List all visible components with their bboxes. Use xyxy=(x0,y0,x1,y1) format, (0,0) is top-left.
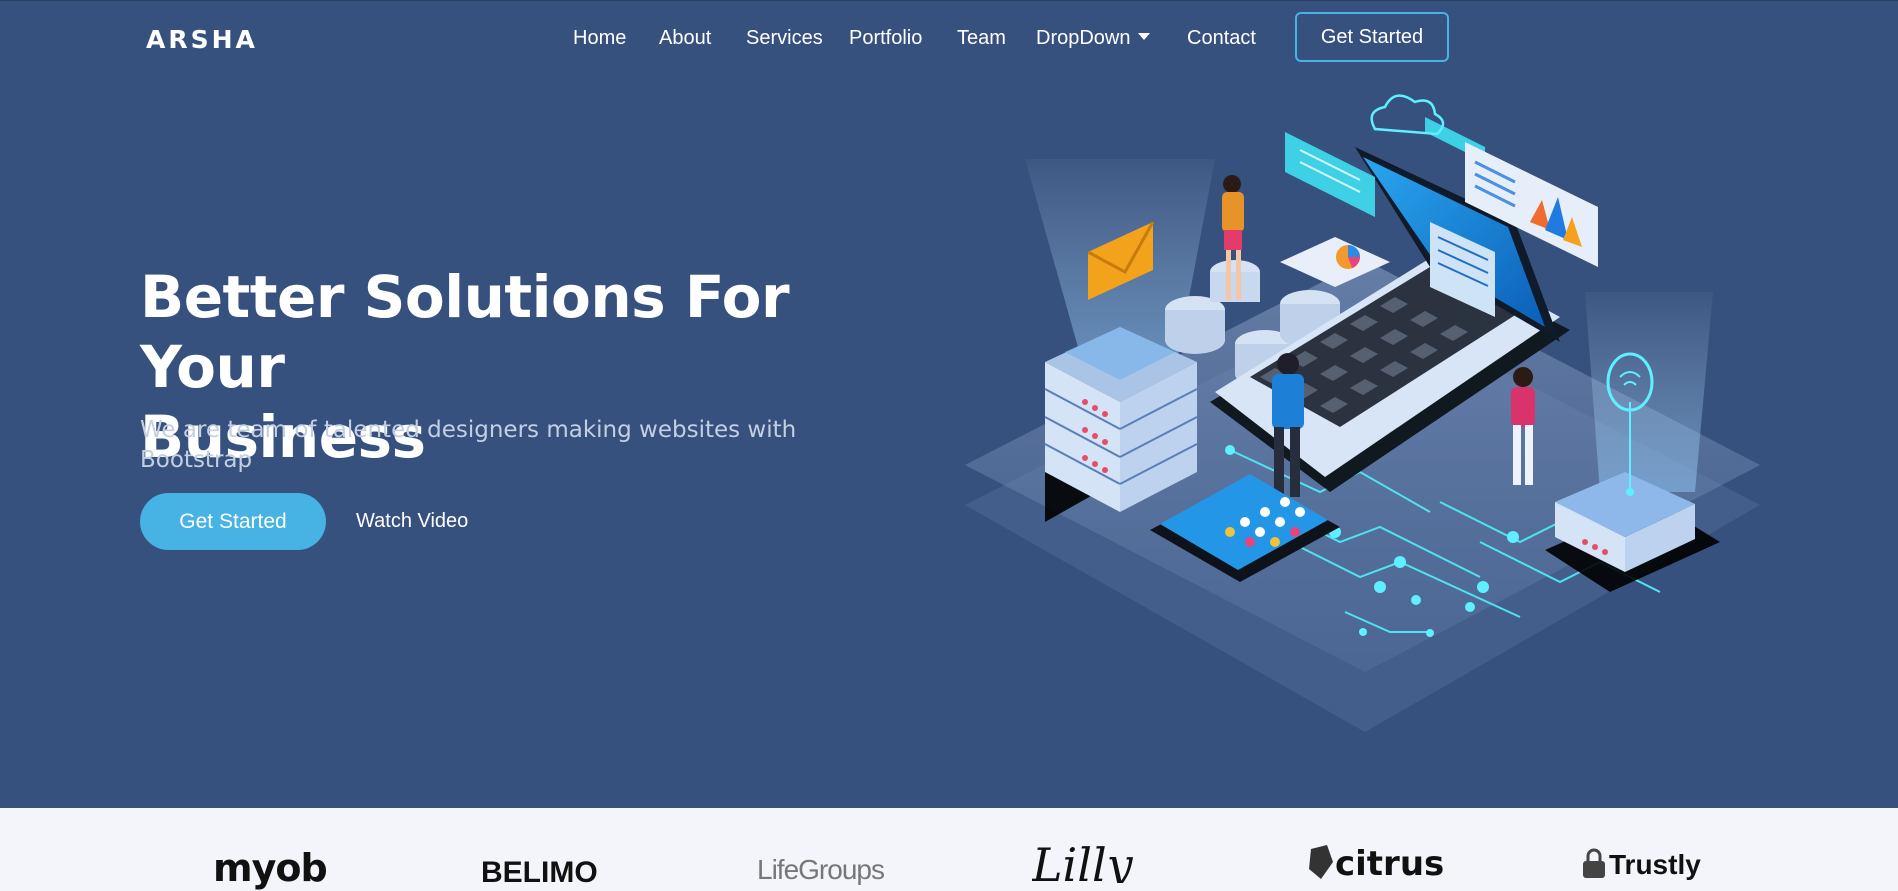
nav-about[interactable]: About xyxy=(659,27,711,50)
right-light-beam xyxy=(1585,292,1713,492)
hero-subtitle: We are team of talented designers making… xyxy=(140,417,797,473)
hero-title-line-1: Better Solutions For Your xyxy=(140,263,790,401)
header-get-started-button[interactable]: Get Started xyxy=(1295,12,1449,62)
client-logo-citrus-text: citrus xyxy=(1335,844,1445,884)
nav-home[interactable]: Home xyxy=(573,27,626,50)
watch-video-link[interactable]: Watch Video xyxy=(356,510,468,533)
nav-contact[interactable]: Contact xyxy=(1187,27,1256,50)
citrus-mark-icon xyxy=(1309,845,1333,879)
caret-down-icon xyxy=(1138,33,1151,40)
client-logo-citrus[interactable]: citrus xyxy=(1307,844,1444,889)
client-logo-myob[interactable]: myob xyxy=(213,846,327,891)
nav-services[interactable]: Services xyxy=(746,27,823,50)
nav-dropdown-label: DropDown xyxy=(1036,27,1131,49)
nav-portfolio[interactable]: Portfolio xyxy=(849,27,922,50)
site-header: ARSHA Home About Services Portfolio Team… xyxy=(0,0,1898,74)
padlock-icon xyxy=(1583,848,1605,878)
client-logo-lilly[interactable]: Lilly xyxy=(1032,838,1133,883)
hero-get-started-button[interactable]: Get Started xyxy=(140,493,326,550)
client-logo-belimo[interactable]: BELIMO xyxy=(481,846,598,891)
landing-page: ARSHA Home About Services Portfolio Team… xyxy=(0,0,1898,891)
clients-strip: myob BELIMO LifeGroups Lilly citrus Trus… xyxy=(0,808,1898,891)
client-logo-trustly[interactable]: Trustly xyxy=(1581,848,1701,891)
nav-dropdown[interactable]: DropDown xyxy=(1036,27,1151,50)
client-logo-trustly-text: Trustly xyxy=(1609,849,1701,880)
client-logo-lifegroups[interactable]: LifeGroups xyxy=(757,846,884,891)
main-nav: Home About Services Portfolio Team DropD… xyxy=(0,27,1898,51)
nav-team[interactable]: Team xyxy=(957,27,1006,50)
hero-illustration xyxy=(965,94,1760,732)
